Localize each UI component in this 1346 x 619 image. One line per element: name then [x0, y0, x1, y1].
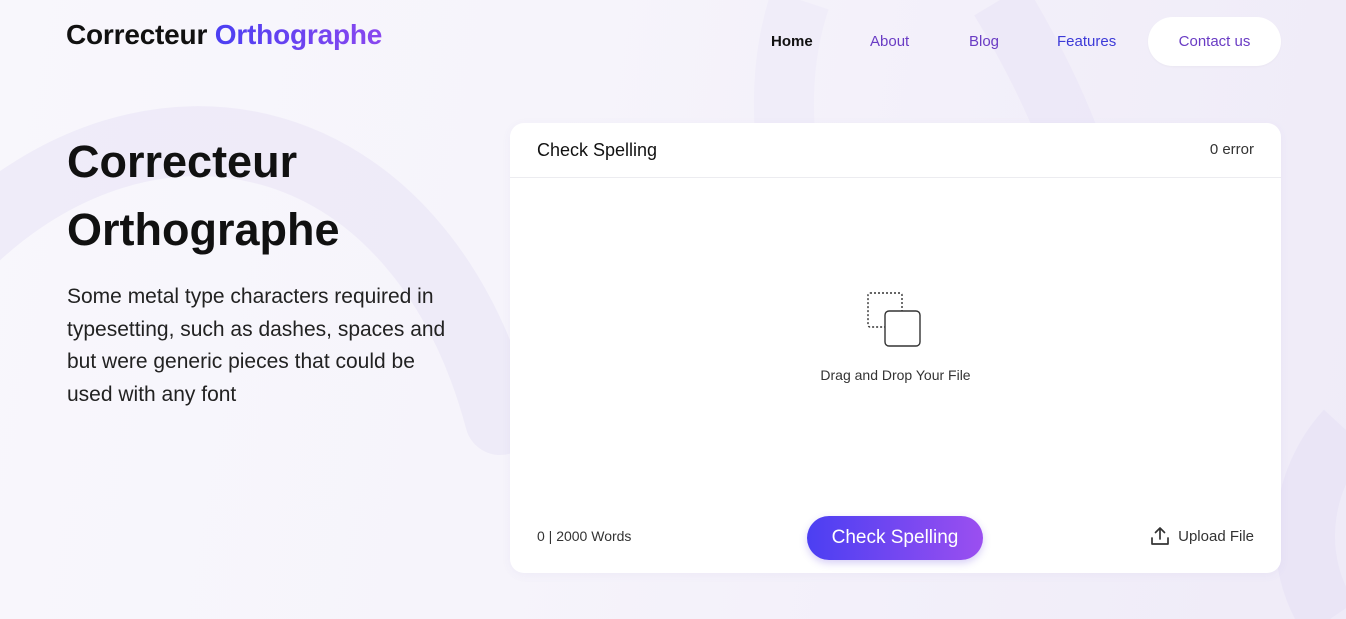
- spell-check-card: Check Spelling 0 error Drag and Drop You…: [510, 123, 1281, 573]
- logo[interactable]: Correcteur Orthographe: [66, 19, 382, 51]
- check-spelling-button[interactable]: Check Spelling: [807, 516, 983, 560]
- nav-blog-link[interactable]: Blog: [969, 33, 999, 50]
- upload-file-label: Upload File: [1178, 527, 1254, 545]
- hero-description: Some metal type characters required in t…: [67, 285, 446, 406]
- file-drop-zone[interactable]: Drag and Drop Your File: [510, 179, 1281, 489]
- card-title: Check Spelling: [537, 140, 658, 160]
- page-title-line2: Orthographe: [67, 204, 340, 255]
- nav-features-link[interactable]: Features: [1057, 33, 1116, 50]
- nav-home-link[interactable]: Home: [771, 33, 813, 50]
- word-count: 0 | 2000 Words: [537, 528, 632, 544]
- logo-text-accent: Orthographe: [214, 19, 383, 50]
- nav-about-link[interactable]: About: [870, 33, 909, 50]
- error-count: 0 error: [1209, 141, 1254, 158]
- page-title: Correcteur Orthographe: [67, 128, 467, 264]
- upload-icon: [1151, 527, 1169, 545]
- page-title-line1: Correcteur: [67, 136, 298, 187]
- logo-text-primary: Correcteur: [66, 19, 208, 50]
- contact-us-button[interactable]: Contact us: [1148, 17, 1281, 66]
- drop-instructions: Drag and Drop Your File: [820, 367, 971, 383]
- card-header: Check Spelling 0 error: [510, 123, 1281, 178]
- copy-icon: [867, 292, 921, 347]
- upload-file-button[interactable]: Upload File: [1150, 526, 1254, 546]
